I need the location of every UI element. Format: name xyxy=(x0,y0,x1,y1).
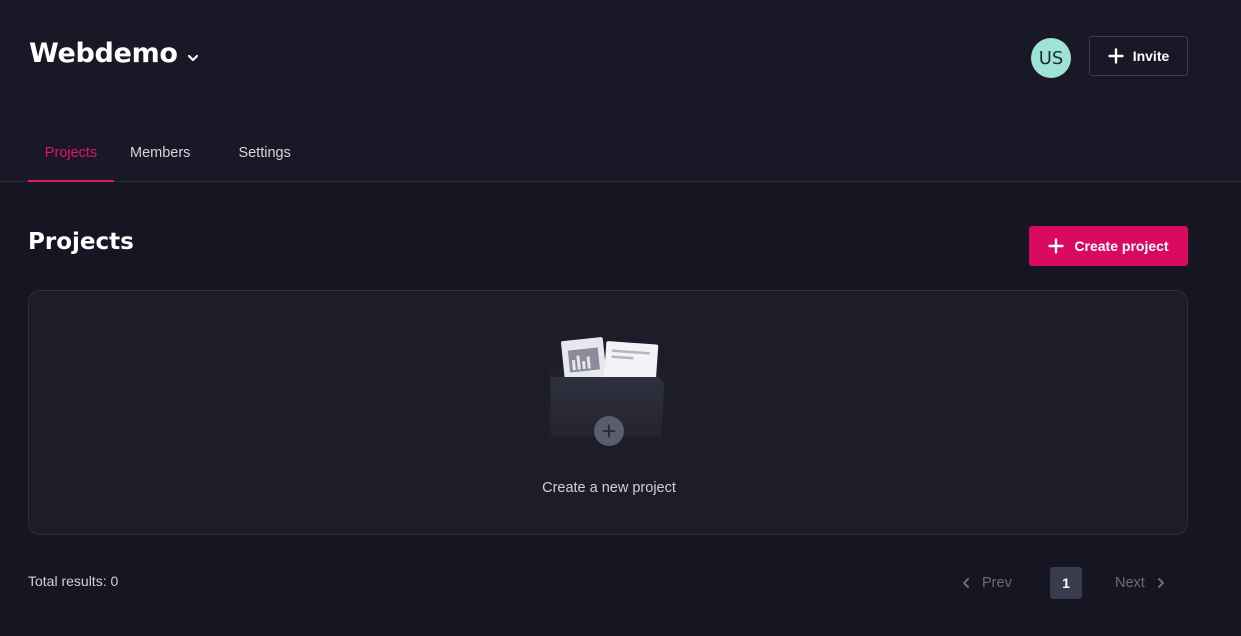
plus-icon xyxy=(1048,238,1065,254)
empty-state-card[interactable]: Create a new project xyxy=(28,290,1188,535)
avatar-initials: US xyxy=(1038,47,1064,69)
prev-page-button[interactable]: Prev xyxy=(960,567,1022,599)
create-project-label: Create project xyxy=(1074,238,1169,254)
prev-page-label: Prev xyxy=(982,575,1012,591)
tab-members-label: Members xyxy=(130,145,191,161)
avatar[interactable]: US xyxy=(1031,38,1071,78)
plus-icon xyxy=(1108,48,1124,64)
next-page-label: Next xyxy=(1115,575,1145,591)
page-number-label: 1 xyxy=(1062,575,1070,591)
page-number-current[interactable]: 1 xyxy=(1050,567,1082,599)
folder-icon xyxy=(541,333,677,449)
chevron-right-icon xyxy=(1157,578,1164,588)
create-project-button[interactable]: Create project xyxy=(1029,226,1188,266)
tab-projects[interactable]: Projects xyxy=(28,128,114,182)
tab-projects-label: Projects xyxy=(44,145,98,161)
invite-button-label: Invite xyxy=(1132,48,1170,64)
chevron-left-icon xyxy=(963,578,969,588)
tab-bar: Projects Members Settings xyxy=(28,128,291,182)
page-title: Projects xyxy=(28,229,134,255)
header: Webdemo US Invite Projects Members Setti… xyxy=(0,0,1241,182)
total-results: Total results: 0 xyxy=(28,573,119,589)
tab-members[interactable]: Members xyxy=(130,128,190,182)
tab-settings-label: Settings xyxy=(238,145,291,161)
empty-state-label: Create a new project xyxy=(542,480,676,496)
next-page-button[interactable]: Next xyxy=(1115,567,1175,599)
tab-settings[interactable]: Settings xyxy=(238,128,290,182)
org-name: Webdemo xyxy=(29,38,178,69)
invite-button[interactable]: Invite xyxy=(1089,36,1188,76)
chevron-down-icon xyxy=(187,54,198,61)
org-switcher[interactable]: Webdemo xyxy=(29,38,200,69)
